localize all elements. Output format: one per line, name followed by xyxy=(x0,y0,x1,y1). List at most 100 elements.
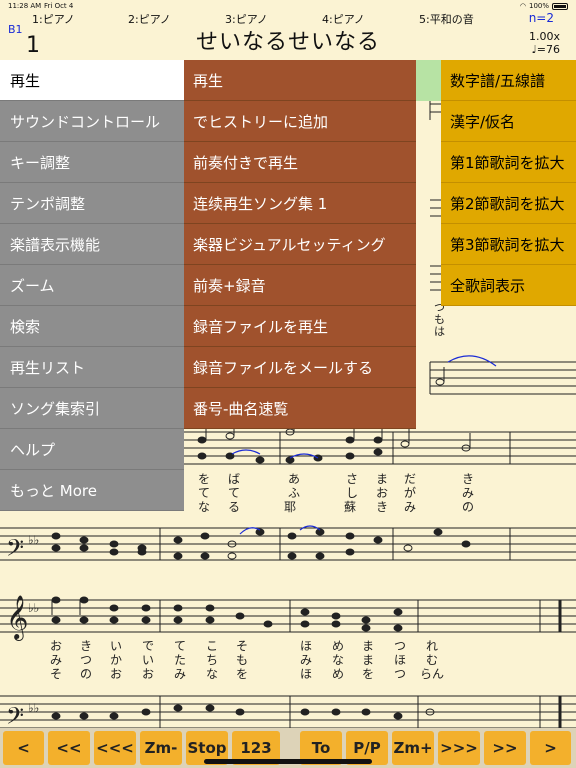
submenu-zoom-verse-2[interactable]: 第2節歌詞を拡大 xyxy=(441,183,576,224)
svg-text:い: い xyxy=(110,639,122,653)
svg-text:お: お xyxy=(110,667,122,681)
svg-text:お: お xyxy=(50,639,62,653)
menu-tempo-adjust[interactable]: テンポ調整 xyxy=(0,183,184,224)
main-menu: 再生 サウンドコントロール キー調整 テンポ調整 楽譜表示機能 ズーム 検索 再… xyxy=(0,60,184,511)
lyrics-right-column: つ も は xyxy=(434,301,445,338)
svg-text:耶: 耶 xyxy=(284,500,296,514)
svg-text:き: き xyxy=(80,639,92,653)
submenu-kanji-kana[interactable]: 漢字/仮名 xyxy=(441,101,576,142)
menu-help[interactable]: ヘルプ xyxy=(0,429,184,470)
menu-zoom[interactable]: ズーム xyxy=(0,265,184,306)
next-button[interactable]: > xyxy=(530,731,571,765)
svg-text:な: な xyxy=(206,667,218,681)
svg-text:あ: あ xyxy=(288,472,300,486)
svg-text:蘇: 蘇 xyxy=(344,500,356,514)
svg-text:む: む xyxy=(426,653,438,667)
svg-text:を: を xyxy=(362,667,374,681)
prev-button[interactable]: < xyxy=(3,731,44,765)
svg-text:つ: つ xyxy=(80,653,92,667)
menu-play[interactable]: 再生 xyxy=(0,60,184,101)
svg-text:れ: れ xyxy=(426,639,438,653)
svg-text:き: き xyxy=(462,472,474,486)
menu-key-adjust[interactable]: キー調整 xyxy=(0,142,184,183)
svg-text:き: き xyxy=(376,500,388,514)
display-submenu: 数字譜/五線譜 漢字/仮名 第1節歌詞を拡大 第2節歌詞を拡大 第3節歌詞を拡大… xyxy=(441,60,576,306)
svg-text:ば: ば xyxy=(228,472,240,486)
svg-text:ほ: ほ xyxy=(394,653,406,667)
menu-song-index[interactable]: ソング集索引 xyxy=(0,388,184,429)
menu-score-display[interactable]: 楽譜表示機能 xyxy=(0,224,184,265)
submenu-number-title-list[interactable]: 番号-曲名速覧 xyxy=(184,388,416,429)
submenu-zoom-verse-3[interactable]: 第3節歌詞を拡大 xyxy=(441,224,576,265)
lyrics-verse-staff2: をばあさまだき ててふしおがみ なる耶蘇きみの xyxy=(198,472,474,514)
svg-text:𝄢: 𝄢 xyxy=(6,702,24,728)
svg-text:な: な xyxy=(198,500,210,514)
svg-text:𝄢: 𝄢 xyxy=(6,534,24,567)
svg-text:ち: ち xyxy=(206,653,218,667)
n-badge: n=2 xyxy=(528,11,554,25)
svg-text:み: み xyxy=(404,500,416,514)
svg-text:み: み xyxy=(462,486,474,500)
svg-text:る: る xyxy=(228,500,240,514)
menu-playlist[interactable]: 再生リスト xyxy=(0,347,184,388)
svg-text:お: お xyxy=(142,667,154,681)
submenu-instrument-visual[interactable]: 楽器ビジュアルセッティング xyxy=(184,224,416,265)
svg-text:で: で xyxy=(142,639,154,653)
fast-rewind-button[interactable]: <<< xyxy=(94,731,136,765)
submenu-all-lyrics[interactable]: 全歌詞表示 xyxy=(441,265,576,306)
svg-text:お: お xyxy=(376,486,388,500)
submenu-play-with-intro[interactable]: 前奏付きで再生 xyxy=(184,142,416,183)
svg-text:𝄞: 𝄞 xyxy=(6,595,28,641)
svg-text:そ: そ xyxy=(50,667,62,681)
svg-text:し: し xyxy=(346,486,358,500)
menu-search[interactable]: 検索 xyxy=(0,306,184,347)
tempo: ♩=76 xyxy=(531,43,560,56)
svg-text:な: な xyxy=(332,653,344,667)
submenu-play[interactable]: 再生 xyxy=(184,60,416,101)
submenu-intro-record[interactable]: 前奏+録音 xyxy=(184,265,416,306)
svg-text:み: み xyxy=(50,653,62,667)
play-submenu: 再生 でヒストリーに追加 前奏付きで再生 连续再生ソング集 1 楽器ビジュアルセ… xyxy=(184,60,416,429)
svg-text:み: み xyxy=(300,653,312,667)
svg-text:こ: こ xyxy=(206,639,218,653)
submenu-play-recording[interactable]: 録音ファイルを再生 xyxy=(184,306,416,347)
zoom-out-button[interactable]: Zm- xyxy=(140,731,182,765)
svg-text:♭♭: ♭♭ xyxy=(28,701,39,715)
svg-text:つ: つ xyxy=(394,667,406,681)
svg-text:ま: ま xyxy=(362,639,374,653)
submenu-email-recording[interactable]: 録音ファイルをメールする xyxy=(184,347,416,388)
svg-text:を: を xyxy=(236,667,248,681)
menu-more[interactable]: もっと More xyxy=(0,470,184,511)
speed-readout[interactable]: 1.00x ♩=76 xyxy=(529,30,560,56)
svg-text:め: め xyxy=(332,667,344,681)
svg-text:らん: らん xyxy=(420,667,444,681)
svg-text:ま: ま xyxy=(376,472,388,486)
svg-text:て: て xyxy=(174,639,186,653)
home-indicator[interactable] xyxy=(204,759,372,764)
svg-text:か: か xyxy=(110,653,122,667)
svg-text:が: が xyxy=(404,485,416,500)
svg-text:の: の xyxy=(462,500,474,514)
fast-forward-button[interactable]: >>> xyxy=(438,731,480,765)
lyrics-verse-system3: おきいでてこそほめまつれ みつかいたちもみなまほむ そのおおみなをほめをつらん xyxy=(50,639,444,681)
svg-text:て: て xyxy=(198,486,210,500)
submenu-add-history[interactable]: でヒストリーに追加 xyxy=(184,101,416,142)
svg-text:を: を xyxy=(198,472,210,486)
rewind-button[interactable]: << xyxy=(48,731,90,765)
playback-rate: 1.00x xyxy=(528,30,560,43)
svg-text:そ: そ xyxy=(236,639,248,653)
submenu-continuous-play[interactable]: 连续再生ソング集 1 xyxy=(184,183,416,224)
svg-text:だ: だ xyxy=(404,472,416,486)
svg-text:い: い xyxy=(142,653,154,667)
svg-text:♭♭: ♭♭ xyxy=(28,601,39,615)
submenu-notation-toggle[interactable]: 数字譜/五線譜 xyxy=(441,60,576,101)
zoom-in-button[interactable]: Zm+ xyxy=(392,731,434,765)
forward-button[interactable]: >> xyxy=(484,731,526,765)
submenu-zoom-verse-1[interactable]: 第1節歌詞を拡大 xyxy=(441,142,576,183)
svg-text:て: て xyxy=(228,486,240,500)
svg-text:た: た xyxy=(174,653,186,667)
menu-sound-control[interactable]: サウンドコントロール xyxy=(0,101,184,142)
svg-text:ふ: ふ xyxy=(288,486,300,500)
svg-text:の: の xyxy=(80,667,92,681)
svg-text:も: も xyxy=(236,653,248,667)
